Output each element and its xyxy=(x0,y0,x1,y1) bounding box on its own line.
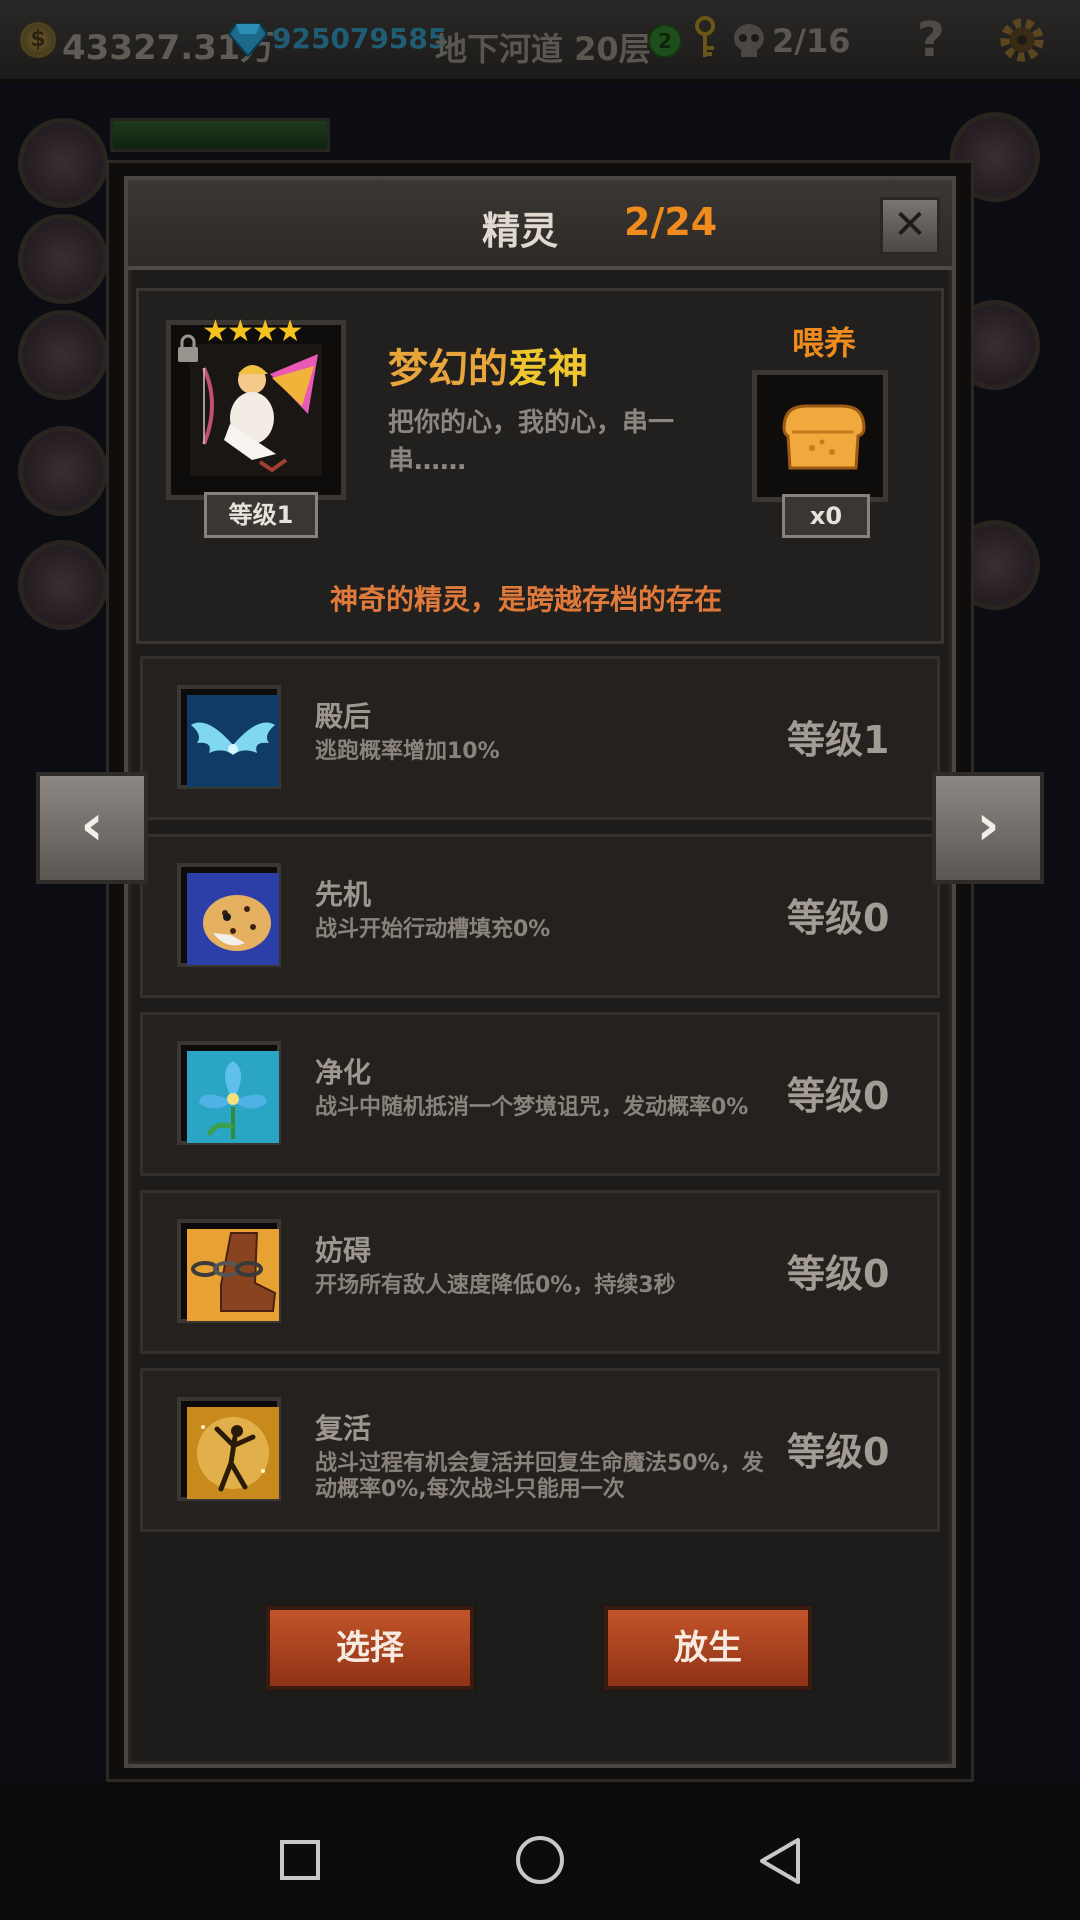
skill-icon-frame xyxy=(177,863,281,967)
select-button[interactable]: 选择 xyxy=(266,1606,474,1690)
sprite-level-badge: 等级1 xyxy=(204,492,318,538)
coin-icon: $ xyxy=(20,22,56,58)
skill-row[interactable]: 妨碍 开场所有敌人速度降低0%，持续3秒 等级0 xyxy=(140,1190,940,1354)
diamond-icon xyxy=(228,23,268,58)
background-hero-avatar xyxy=(18,118,108,208)
bread-icon xyxy=(782,404,866,470)
skill-row[interactable]: 先机 战斗开始行动槽填充0% 等级0 xyxy=(140,834,940,998)
next-sprite-button[interactable]: › xyxy=(932,772,1044,884)
top-hud: $ 43327.31万 925079585 地下河道 20层 2 2/16 ? xyxy=(0,0,1080,82)
kill-count: 2/16 xyxy=(772,22,851,60)
release-button[interactable]: 放生 xyxy=(604,1606,812,1690)
cupid-portrait-icon xyxy=(190,344,322,476)
skill-name: 先机 xyxy=(315,878,372,911)
sprite-name-suffix: 爱神 xyxy=(508,346,588,392)
gear-icon[interactable] xyxy=(996,14,1048,66)
skill-description: 战斗过程有机会复活并回复生命魔法50%，发动概率0%,每次战斗只能用一次 xyxy=(315,1451,764,1502)
skill-description: 战斗中随机抵消一个梦境诅咒，发动概率0% xyxy=(315,1095,749,1120)
sprite-name-prefix: 梦幻的 xyxy=(388,346,508,392)
help-button[interactable]: ? xyxy=(917,12,945,68)
flower-icon xyxy=(187,1051,279,1143)
background-hero-avatar xyxy=(18,426,108,516)
lock-icon[interactable] xyxy=(176,334,200,364)
skull-icon xyxy=(734,24,764,57)
rarity-stars: ★★★★ xyxy=(202,314,304,349)
skill-level: 等级0 xyxy=(787,1074,890,1118)
skill-name: 妨碍 xyxy=(315,1234,372,1267)
sprite-name: 梦幻的爱神 xyxy=(388,336,588,394)
feed-label: 喂养 xyxy=(792,324,857,362)
skill-name: 复活 xyxy=(315,1412,372,1445)
skill-level: 等级0 xyxy=(787,1430,890,1474)
skill-level: 等级0 xyxy=(787,896,890,940)
home-icon[interactable] xyxy=(516,1836,564,1884)
skill-name: 净化 xyxy=(315,1056,372,1089)
skill-description: 逃跑概率增加10% xyxy=(315,739,500,764)
skill-description: 战斗开始行动槽填充0% xyxy=(315,917,551,942)
leopard-icon xyxy=(187,873,279,965)
background-hero-avatar xyxy=(18,310,108,400)
wings-icon xyxy=(187,695,279,787)
green-badge: 2 xyxy=(648,24,682,58)
skill-icon-frame xyxy=(177,1397,281,1501)
skill-row[interactable]: 复活 战斗过程有机会复活并回复生命魔法50%，发动概率0%,每次战斗只能用一次 … xyxy=(140,1368,940,1532)
background-hero-avatar xyxy=(18,214,108,304)
dialog-title: 精灵 xyxy=(482,209,559,253)
skill-description: 开场所有敌人速度降低0%，持续3秒 xyxy=(315,1273,676,1298)
skill-level: 等级0 xyxy=(787,1252,890,1296)
back-icon[interactable] xyxy=(756,1836,804,1886)
skill-icon-frame xyxy=(177,685,281,789)
sprite-count: 2/24 xyxy=(624,200,718,244)
skill-row[interactable]: 净化 战斗中随机抵消一个梦境诅咒，发动概率0% 等级0 xyxy=(140,1012,940,1176)
background-hero-avatar xyxy=(18,540,108,630)
skill-name: 殿后 xyxy=(315,700,372,733)
close-button[interactable]: ✕ xyxy=(880,197,940,255)
chained-boot-icon xyxy=(187,1229,279,1321)
resurrection-icon xyxy=(187,1407,279,1499)
recent-apps-icon[interactable] xyxy=(280,1840,320,1880)
skill-level: 等级1 xyxy=(787,718,890,762)
skill-icon-frame xyxy=(177,1041,281,1145)
key-icon xyxy=(695,16,715,57)
skill-row[interactable]: 殿后 逃跑概率增加10% 等级1 xyxy=(140,656,940,820)
previous-sprite-button[interactable]: ‹ xyxy=(36,772,148,884)
sprite-description: 把你的心，我的心，串一串…… xyxy=(388,408,675,476)
background-hp-bar xyxy=(110,118,330,152)
dungeon-floor: 地下河道 20层 xyxy=(435,30,651,68)
gem-amount: 925079585 xyxy=(272,22,448,55)
skill-icon-frame xyxy=(177,1219,281,1323)
sprite-tagline: 神奇的精灵，是跨越存档的存在 xyxy=(330,583,723,616)
feed-item-count: x0 xyxy=(782,494,870,538)
